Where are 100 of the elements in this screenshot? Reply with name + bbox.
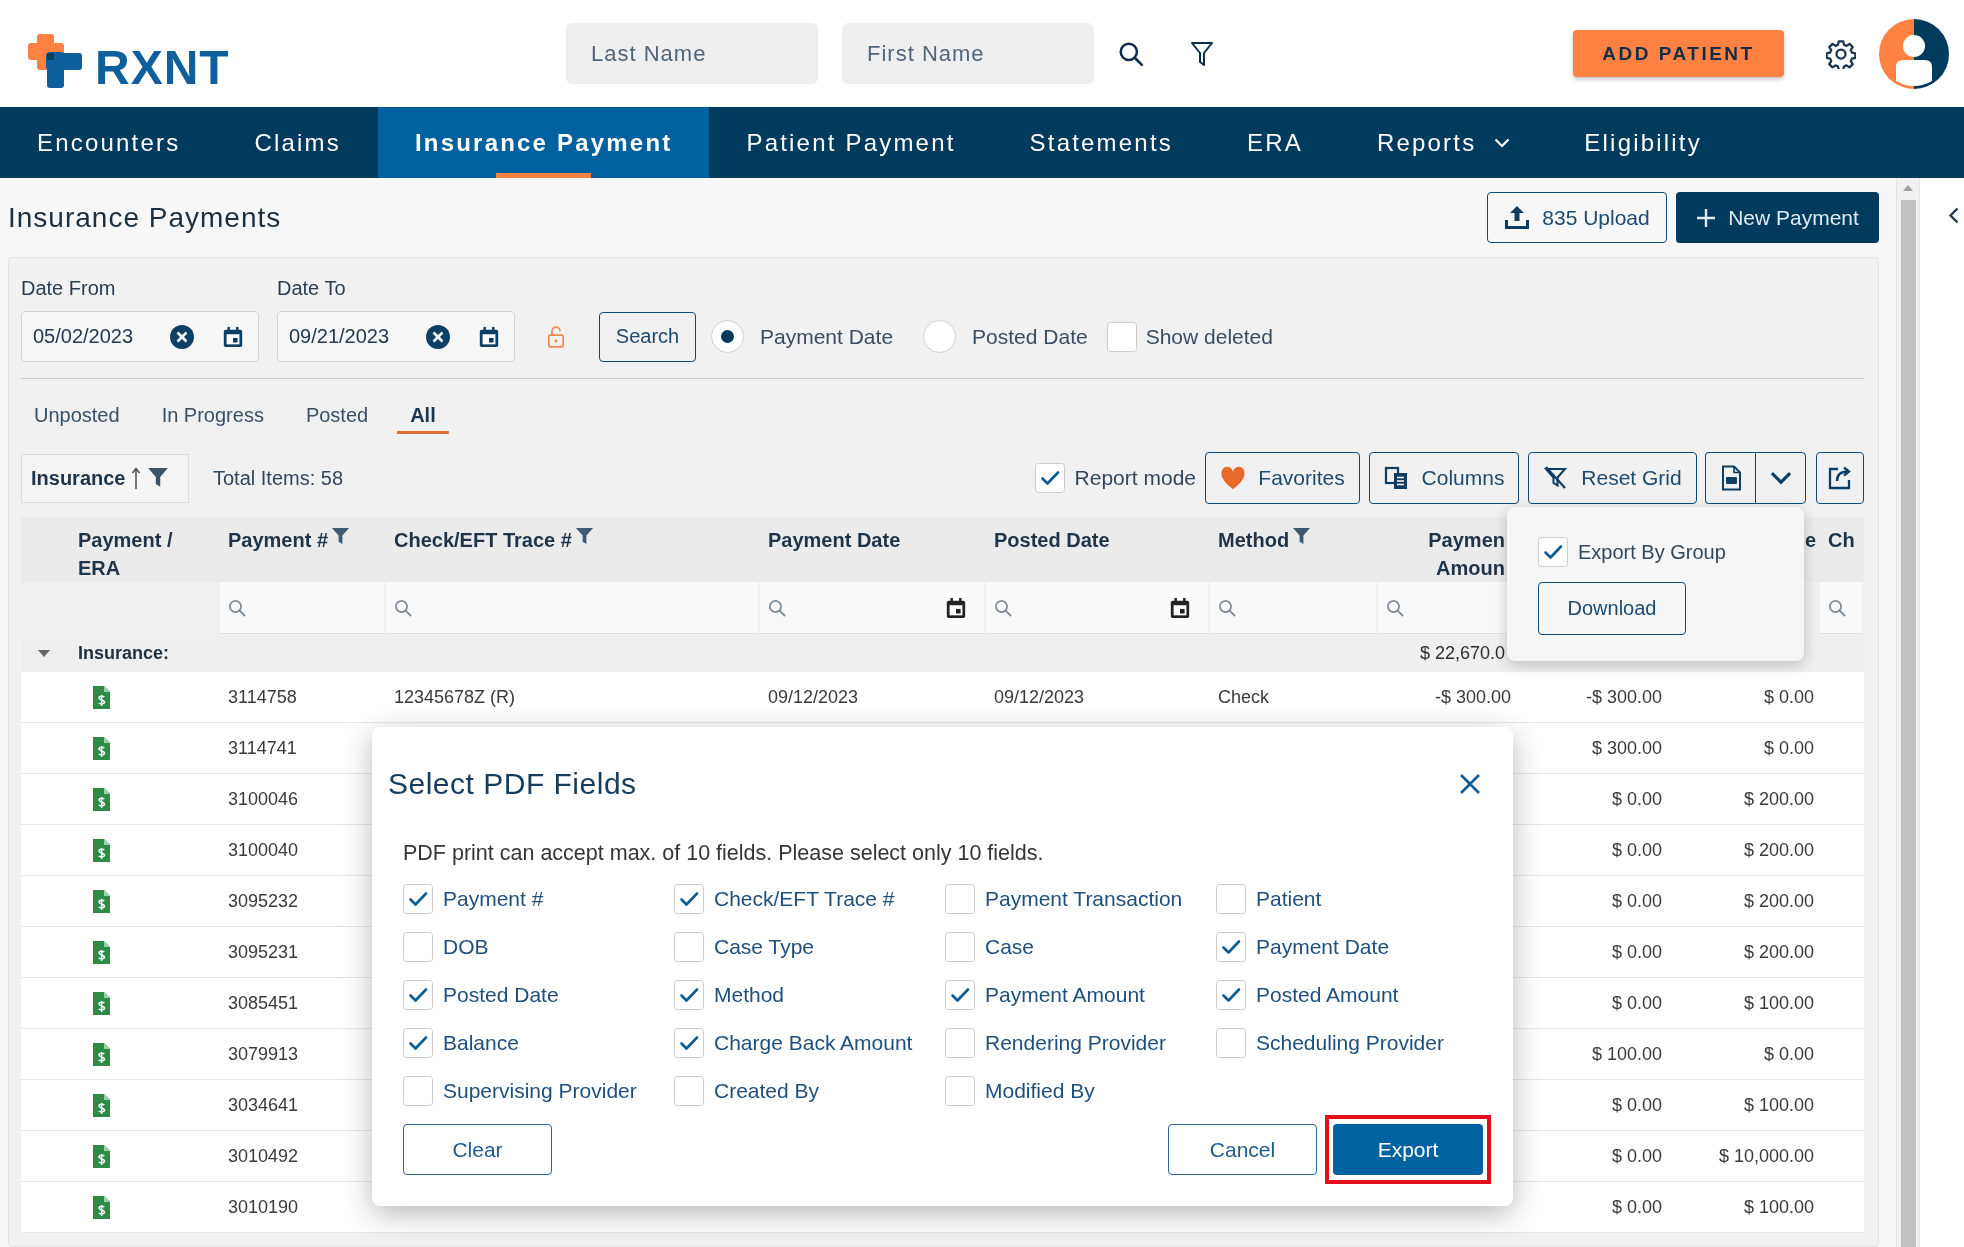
download-button[interactable]: Download [1538,582,1686,635]
status-tab[interactable]: Posted [292,396,382,434]
filter-icon[interactable] [574,527,594,546]
checkbox[interactable] [945,980,975,1010]
checkbox[interactable] [403,932,433,962]
dollar-document-icon[interactable] [92,990,111,1016]
date-field[interactable]: 09/21/2023 [277,311,515,362]
nav-tab[interactable]: ERA [1209,107,1340,178]
checkbox[interactable] [403,1076,433,1106]
checkbox[interactable] [945,1028,975,1058]
group-by-chip[interactable]: Insurance [21,453,189,503]
calendar-icon[interactable] [222,325,244,348]
export-button[interactable]: Export [1333,1124,1483,1175]
checkbox[interactable] [674,932,704,962]
nav-tab[interactable]: Patient Payment [709,107,993,178]
dollar-document-icon[interactable] [92,684,111,710]
search-button[interactable]: Search [599,311,696,362]
checkbox[interactable] [674,884,704,914]
settings-icon[interactable] [1826,38,1856,69]
radio-button[interactable] [711,320,744,353]
clear-icon[interactable] [426,324,450,349]
checkbox[interactable] [403,1028,433,1058]
nav-tab[interactable]: Reports [1339,107,1548,178]
chevron-left-icon[interactable] [1948,207,1959,224]
scroll-up-icon[interactable] [1903,185,1913,191]
dollar-document-icon[interactable] [92,939,111,965]
checkbox[interactable] [674,980,704,1010]
cancel-button[interactable]: Cancel [1168,1124,1317,1175]
date-field[interactable]: 05/02/2023 [21,311,259,362]
filter-field[interactable] [386,582,758,634]
scrollbar[interactable] [1896,178,1919,1247]
dollar-document-icon[interactable] [92,735,111,761]
scrollbar-thumb[interactable] [1900,200,1916,1247]
checkbox[interactable] [1216,980,1246,1010]
filter-field[interactable] [986,582,1208,634]
calendar-icon[interactable] [945,596,967,619]
clear-button[interactable]: Clear [403,1124,552,1175]
checkbox[interactable] [1216,1028,1246,1058]
checkbox[interactable] [674,1028,704,1058]
calendar-icon[interactable] [1169,596,1191,619]
checkbox[interactable] [674,1076,704,1106]
checkbox[interactable] [403,980,433,1010]
dollar-document-icon[interactable] [92,786,111,812]
column-header[interactable]: Payment # [228,526,329,554]
checkbox[interactable] [945,884,975,914]
checkbox[interactable] [945,1076,975,1106]
column-header[interactable]: Posted Date [994,526,1110,554]
checkbox[interactable] [403,884,433,914]
dollar-document-icon[interactable] [92,1041,111,1067]
dollar-document-icon[interactable] [92,888,111,914]
filter-icon[interactable] [147,467,170,489]
new-payment-button[interactable]: New Payment [1676,192,1879,243]
calendar-icon[interactable] [478,325,500,348]
filter-field[interactable] [1210,582,1376,634]
search-field[interactable]: Last Name [566,23,818,84]
search-field[interactable]: First Name [842,23,1094,84]
filter-field[interactable] [220,582,384,634]
add-patient-button[interactable]: ADD PATIENT [1573,30,1784,77]
column-header[interactable]: Payment / ERA [78,526,212,582]
filter-icon[interactable] [331,527,351,546]
radio-button[interactable] [923,320,957,353]
nav-tab[interactable]: Encounters [0,107,218,178]
checkbox[interactable] [945,932,975,962]
checkbox[interactable] [1216,932,1246,962]
status-tab[interactable]: Unposted [21,396,133,434]
clear-icon[interactable] [170,324,194,349]
nav-tab[interactable]: Claims [217,107,378,178]
column-header[interactable]: Payment Date [768,526,901,554]
checkbox[interactable] [1034,463,1065,493]
pdf-button[interactable] [1705,452,1755,504]
avatar-icon[interactable] [1879,18,1949,89]
column-header[interactable]: Ch [1828,526,1855,554]
column-header[interactable]: Paymen Amoun [1386,526,1505,582]
filter-icon[interactable] [1292,527,1312,546]
search-icon[interactable] [1118,40,1144,67]
export-button[interactable] [1816,452,1864,504]
nav-tab[interactable]: Eligibility [1547,107,1739,178]
columns-button[interactable]: Columns [1369,452,1519,504]
upload-button[interactable]: 835 Upload [1487,192,1667,243]
filter-field[interactable] [1820,582,1862,634]
dollar-document-icon[interactable] [92,1092,111,1118]
column-header[interactable]: e [1804,526,1816,554]
checkbox[interactable] [1216,884,1246,914]
padlock-icon[interactable] [547,324,565,349]
favorites-button[interactable]: Favorites [1205,452,1360,504]
checkbox[interactable] [1538,537,1568,567]
status-tab[interactable]: In Progress [148,396,277,434]
column-header[interactable]: Method [1218,526,1290,554]
dollar-document-icon[interactable] [92,1194,111,1220]
nav-tab[interactable]: Insurance Payment [377,107,710,178]
dollar-document-icon[interactable] [92,1143,111,1169]
dollar-document-icon[interactable] [92,837,111,863]
expand-caret-icon[interactable] [38,649,50,658]
column-header[interactable]: Check/EFT Trace # [394,526,572,554]
reset-grid-button[interactable]: Reset Grid [1528,452,1697,504]
filter-field[interactable] [760,582,984,634]
nav-tab[interactable]: Statements [992,107,1210,178]
filter-icon[interactable] [1190,40,1214,67]
dropdown-button[interactable] [1755,452,1806,504]
checkbox[interactable] [1106,321,1137,352]
